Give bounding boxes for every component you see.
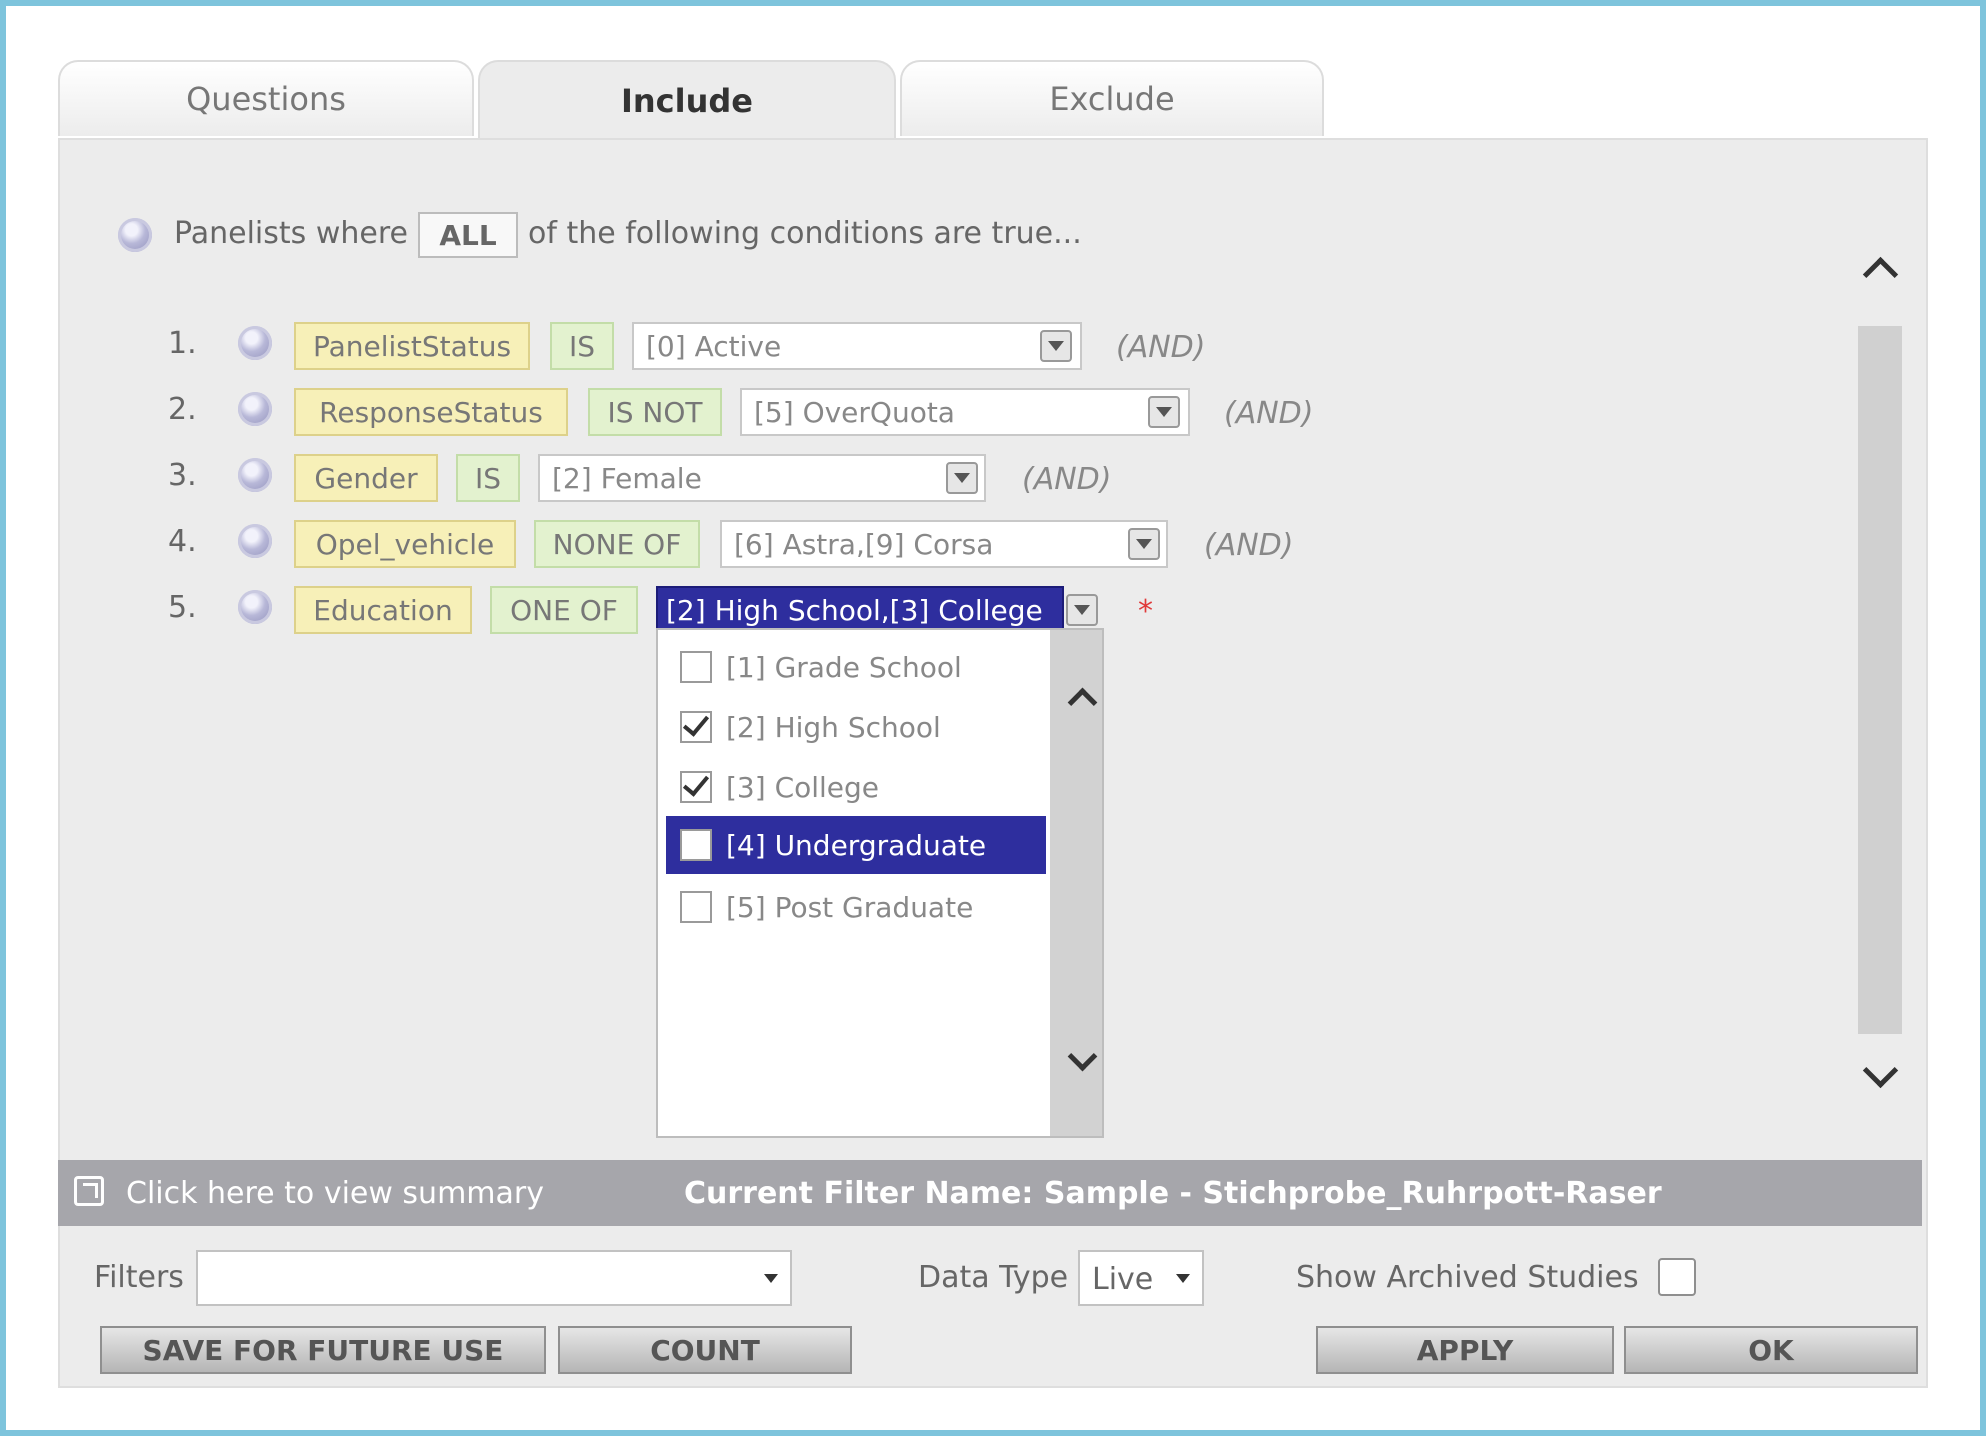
condition-operator[interactable]: ONE OF — [490, 586, 638, 634]
conjunction-label: (AND) — [1224, 396, 1314, 431]
save-for-future-use-button[interactable]: SAVE FOR FUTURE USE — [100, 1326, 546, 1374]
condition-number: 1. — [168, 326, 197, 361]
view-summary-link[interactable]: Click here to view summary — [126, 1176, 544, 1211]
value-options-list[interactable]: [1] Grade School [2] High School [3] Col… — [656, 628, 1104, 1138]
option-item[interactable]: [5] Post Graduate — [666, 880, 1046, 934]
filters-select[interactable] — [196, 1250, 792, 1306]
gear-icon[interactable] — [238, 458, 272, 492]
data-type-label: Data Type — [918, 1260, 1069, 1295]
header-prefix: Panelists where — [174, 216, 408, 251]
condition-value-select[interactable]: [2] Female — [538, 454, 986, 502]
dropdown-arrow-icon[interactable] — [1066, 594, 1098, 626]
conjunction-label: (AND) — [1116, 330, 1206, 365]
option-item[interactable]: [3] College — [666, 760, 1046, 814]
dropdown-arrow-icon[interactable] — [946, 462, 978, 494]
condition-number: 5. — [168, 590, 197, 625]
summary-bar: Click here to view summary Current Filte… — [58, 1160, 1922, 1226]
option-label: [5] Post Graduate — [726, 890, 974, 924]
match-mode-select[interactable]: ALL — [418, 212, 518, 258]
condition-number: 2. — [168, 392, 197, 427]
option-label: [3] College — [726, 770, 880, 804]
count-button[interactable]: COUNT — [558, 1326, 852, 1374]
condition-field[interactable]: Gender — [294, 454, 438, 502]
condition-value-select[interactable]: [0] Active — [632, 322, 1082, 370]
dropdown-arrow-icon[interactable] — [1148, 396, 1180, 428]
gear-icon[interactable] — [238, 590, 272, 624]
header-suffix: of the following conditions are true... — [528, 216, 1082, 251]
option-checkbox[interactable] — [680, 711, 712, 743]
option-item-highlighted[interactable]: [4] Undergraduate — [666, 816, 1046, 874]
show-archived-label: Show Archived Studies — [1296, 1260, 1639, 1295]
dropdown-arrow-icon[interactable] — [1128, 528, 1160, 560]
data-type-value: Live — [1092, 1262, 1154, 1297]
dropdown-arrow-icon[interactable] — [1040, 330, 1072, 362]
scrollbar-track[interactable] — [1858, 326, 1902, 1034]
data-type-select[interactable]: Live — [1078, 1250, 1204, 1306]
gear-icon[interactable] — [238, 524, 272, 558]
condition-number: 3. — [168, 458, 197, 493]
conjunction-label: (AND) — [1022, 462, 1112, 497]
option-label: [2] High School — [726, 710, 941, 744]
condition-operator[interactable]: IS — [550, 322, 614, 370]
condition-operator[interactable]: NONE OF — [534, 520, 700, 568]
condition-value: [5] OverQuota — [754, 395, 955, 429]
condition-value-select-active[interactable]: [2] High School,[3] College — [656, 586, 1064, 634]
condition-value-select[interactable]: [6] Astra,[9] Corsa — [720, 520, 1168, 568]
gear-icon[interactable] — [238, 392, 272, 426]
condition-number: 4. — [168, 524, 197, 559]
ok-button[interactable]: OK — [1624, 1326, 1918, 1374]
option-item[interactable]: [1] Grade School — [666, 640, 1046, 694]
show-archived-checkbox[interactable] — [1658, 1258, 1696, 1296]
gear-icon[interactable] — [238, 326, 272, 360]
condition-operator[interactable]: IS NOT — [588, 388, 722, 436]
chevron-down-icon — [764, 1274, 778, 1283]
condition-field[interactable]: Education — [294, 586, 472, 634]
current-filter-name: Current Filter Name: Sample - Stichprobe… — [684, 1176, 1662, 1211]
tab-exclude[interactable]: Exclude — [900, 60, 1324, 136]
condition-value-select[interactable]: [5] OverQuota — [740, 388, 1190, 436]
condition-value: [0] Active — [646, 329, 782, 363]
condition-field[interactable]: PanelistStatus — [294, 322, 530, 370]
conjunction-label: (AND) — [1204, 528, 1294, 563]
condition-field[interactable]: Opel_vehicle — [294, 520, 516, 568]
filters-label: Filters — [94, 1260, 184, 1295]
tab-include[interactable]: Include — [478, 60, 896, 140]
option-checkbox[interactable] — [680, 829, 712, 861]
required-marker: * — [1138, 594, 1153, 629]
option-checkbox[interactable] — [680, 891, 712, 923]
condition-value: [6] Astra,[9] Corsa — [734, 527, 994, 561]
condition-operator[interactable]: IS — [456, 454, 520, 502]
option-label: [4] Undergraduate — [726, 828, 987, 862]
chevron-down-icon — [1176, 1274, 1190, 1283]
condition-value: [2] Female — [552, 461, 702, 495]
apply-button[interactable]: APPLY — [1316, 1326, 1614, 1374]
condition-field[interactable]: ResponseStatus — [294, 388, 568, 436]
expand-icon[interactable] — [74, 1176, 104, 1206]
option-checkbox[interactable] — [680, 771, 712, 803]
option-item[interactable]: [2] High School — [666, 700, 1046, 754]
condition-value: [2] High School,[3] College — [666, 593, 1043, 627]
tab-questions[interactable]: Questions — [58, 60, 474, 136]
gear-icon[interactable] — [118, 218, 152, 252]
option-label: [1] Grade School — [726, 650, 962, 684]
option-checkbox[interactable] — [680, 651, 712, 683]
